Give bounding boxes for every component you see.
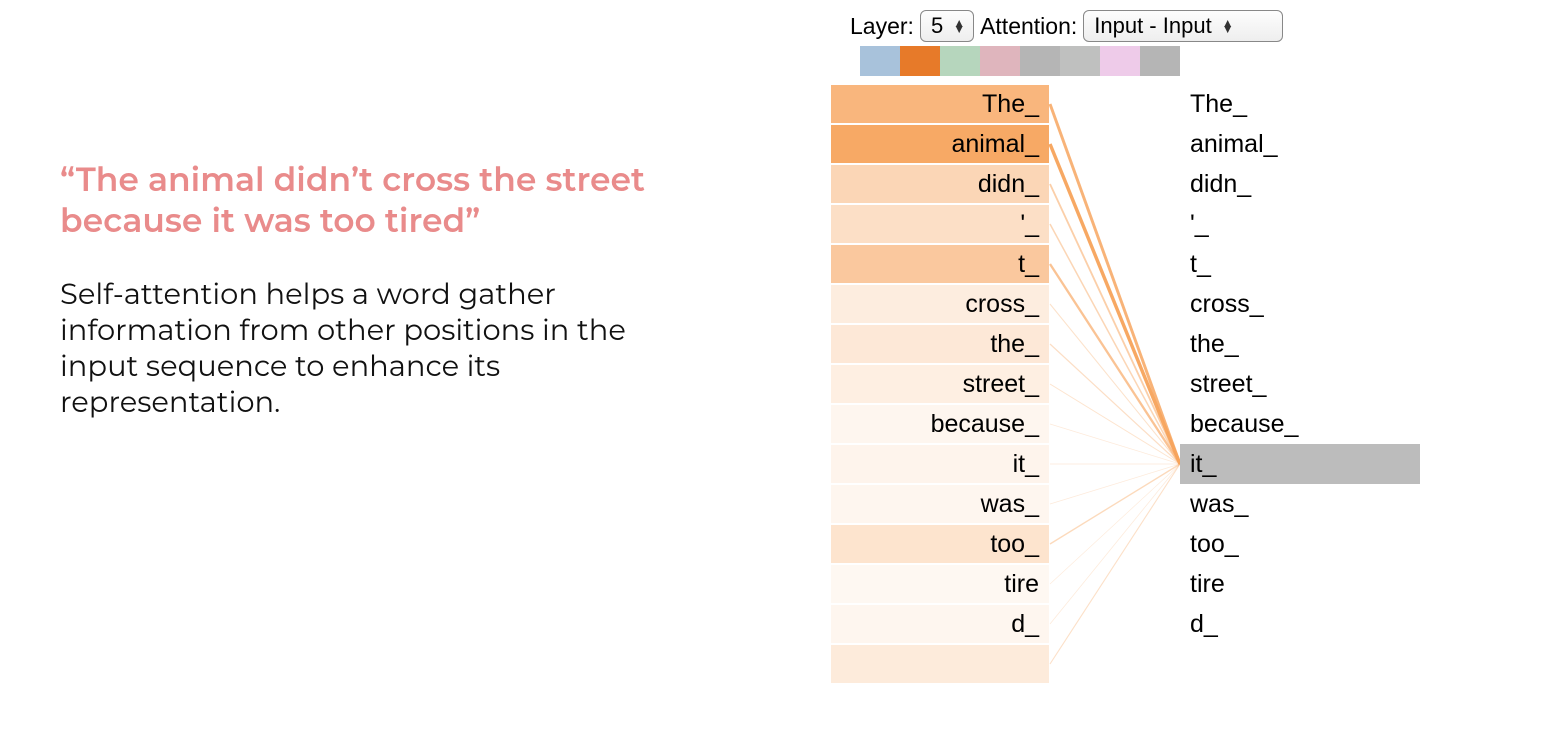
source-token[interactable]: d_ [830,604,1050,644]
target-token[interactable]: tire [1180,564,1380,604]
source-token[interactable]: cross_ [830,284,1050,324]
layer-select[interactable]: 5 ▲▼ [920,10,974,42]
target-token-column: The_animal_didn_'_t_cross_the_street_bec… [1180,84,1380,644]
head-swatch-6[interactable] [1100,46,1140,76]
target-token[interactable]: cross_ [1180,284,1380,324]
attention-label: Attention: [980,13,1077,40]
source-token[interactable]: street_ [830,364,1050,404]
layer-value: 5 [931,13,943,39]
attention-line [1050,224,1180,464]
attention-line [1050,304,1180,464]
attention-line [1050,464,1180,544]
head-swatch-7[interactable] [1140,46,1180,76]
source-token[interactable]: The_ [830,84,1050,124]
attention-line [1050,264,1180,464]
head-swatch-4[interactable] [1020,46,1060,76]
stepper-icon: ▲▼ [1222,20,1234,32]
attention-line [1050,184,1180,464]
target-token[interactable]: '_ [1180,204,1380,244]
head-swatch-3[interactable] [980,46,1020,76]
attention-select[interactable]: Input - Input ▲▼ [1083,10,1283,42]
stepper-icon: ▲▼ [953,20,965,32]
attention-line [1050,424,1180,464]
source-token[interactable]: animal_ [830,124,1050,164]
source-token[interactable]: too_ [830,524,1050,564]
attention-line [1050,104,1180,464]
attention-value: Input - Input [1094,13,1211,39]
source-token[interactable]: it_ [830,444,1050,484]
explanation-text: Self-attention helps a word gather infor… [60,277,680,422]
target-token[interactable]: too_ [1180,524,1380,564]
head-color-swatches [770,46,1530,76]
viz-controls: Layer: 5 ▲▼ Attention: Input - Input ▲▼ [770,10,1530,42]
target-token[interactable]: street_ [1180,364,1380,404]
target-token[interactable]: d_ [1180,604,1380,644]
attention-lines [1050,84,1180,724]
source-token-column: The_animal_didn_'_t_cross_the_street_bec… [830,84,1050,684]
layer-label: Layer: [850,13,914,40]
target-token[interactable]: animal_ [1180,124,1380,164]
head-swatch-5[interactable] [1060,46,1100,76]
attention-line [1050,464,1180,664]
source-token[interactable]: the_ [830,324,1050,364]
attention-line [1050,464,1180,624]
target-token[interactable]: because_ [1180,404,1380,444]
head-swatch-1[interactable] [900,46,940,76]
target-token[interactable]: t_ [1180,244,1380,284]
target-token[interactable]: The_ [1180,84,1380,124]
attention-line [1050,144,1180,464]
target-token[interactable]: didn_ [1180,164,1380,204]
attention-line [1050,464,1180,584]
target-token[interactable]: was_ [1180,484,1380,524]
source-token[interactable]: because_ [830,404,1050,444]
example-sentence: “The animal didn’t cross the street beca… [60,160,680,243]
source-token[interactable]: didn_ [830,164,1050,204]
source-token[interactable] [830,644,1050,684]
attention-line [1050,464,1180,504]
head-swatch-0[interactable] [860,46,900,76]
head-swatch-2[interactable] [940,46,980,76]
target-token[interactable]: it_ [1180,444,1420,484]
source-token[interactable]: tire [830,564,1050,604]
source-token[interactable]: was_ [830,484,1050,524]
attention-visualization: Layer: 5 ▲▼ Attention: Input - Input ▲▼ … [770,10,1530,724]
source-token[interactable]: t_ [830,244,1050,284]
target-token[interactable]: the_ [1180,324,1380,364]
source-token[interactable]: '_ [830,204,1050,244]
